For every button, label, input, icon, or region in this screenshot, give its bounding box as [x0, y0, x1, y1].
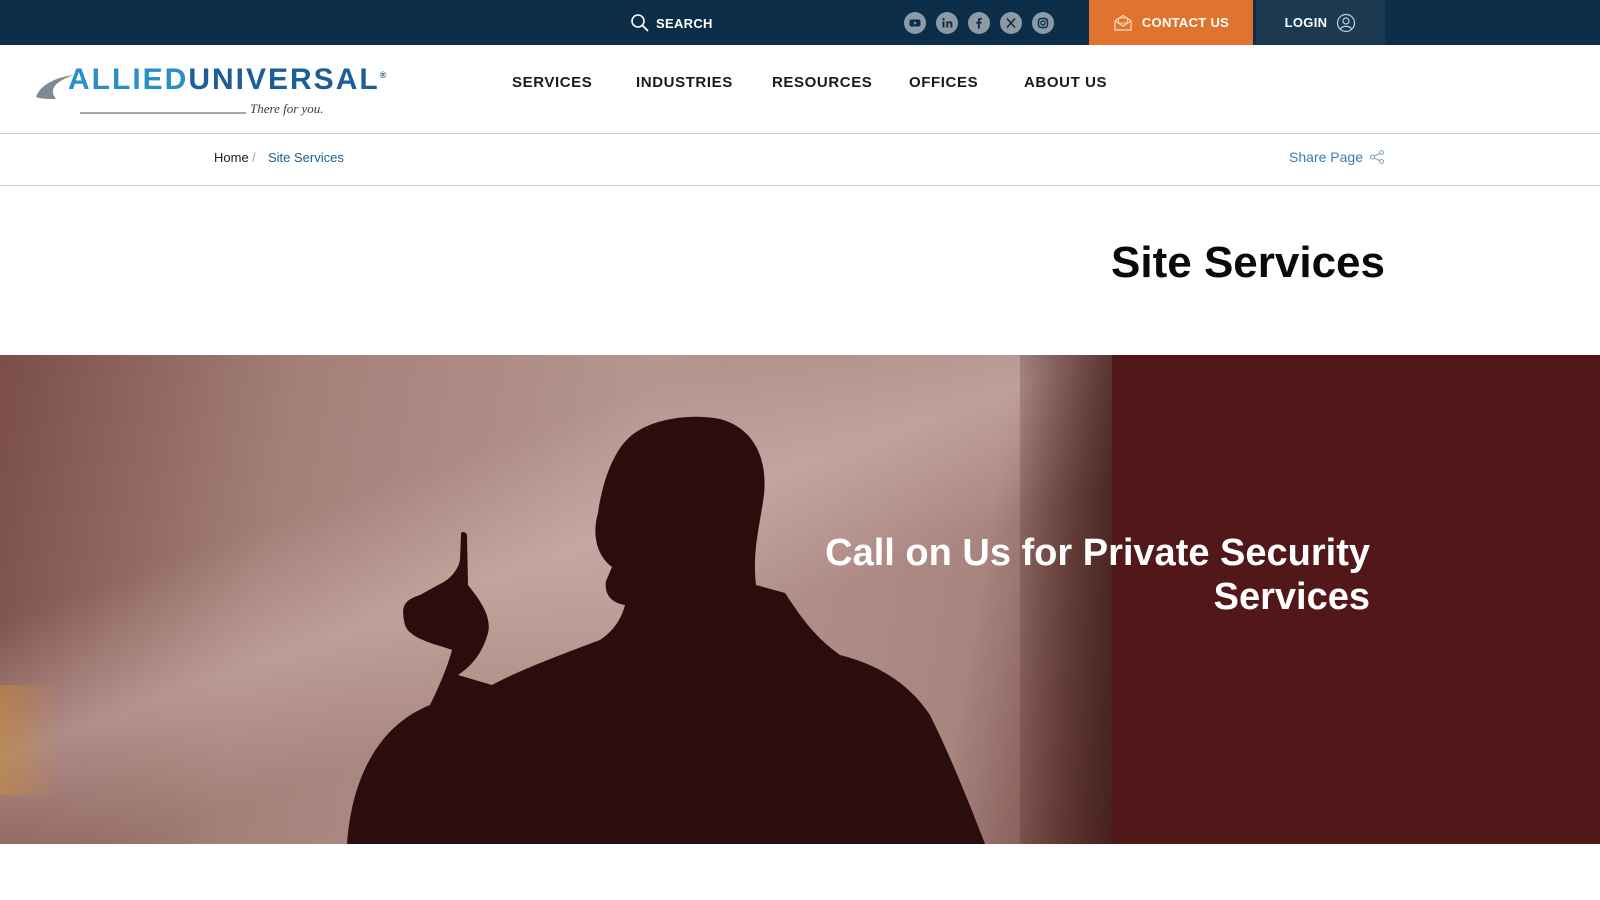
share-page-button[interactable]: Share Page: [1289, 149, 1385, 165]
logo-tagline: There for you.: [250, 101, 324, 116]
nav-about-us[interactable]: ABOUT US: [1024, 74, 1107, 91]
linkedin-icon[interactable]: [936, 12, 958, 34]
nav-offices[interactable]: OFFICES: [909, 74, 978, 91]
contact-us-button[interactable]: CONTACT US: [1089, 0, 1253, 45]
allied-universal-logo[interactable]: ALLIEDUNIVERSAL® There for you.: [34, 63, 386, 123]
logo-registered: ®: [379, 70, 389, 80]
search-button[interactable]: SEARCH: [630, 13, 713, 33]
share-page-label: Share Page: [1289, 149, 1363, 165]
nav-resources[interactable]: RESOURCES: [772, 74, 872, 91]
logo-wordmark: ALLIEDUNIVERSAL®: [68, 63, 388, 97]
instagram-icon[interactable]: [1032, 12, 1054, 34]
page-title: Site Services: [1111, 238, 1385, 287]
youtube-icon[interactable]: [904, 12, 926, 34]
hero-banner: Call on Us for Private Security Services: [0, 355, 1600, 844]
breadcrumb-current: Site Services: [268, 150, 344, 165]
logo-universal: UNIVERSAL: [188, 63, 380, 96]
site-header: ALLIEDUNIVERSAL® There for you. SERVICES…: [0, 45, 1600, 134]
social-links: [904, 12, 1054, 34]
facebook-icon[interactable]: [968, 12, 990, 34]
login-label: LOGIN: [1284, 15, 1328, 30]
share-icon: [1369, 149, 1385, 165]
contact-us-label: CONTACT US: [1141, 15, 1230, 30]
envelope-icon: [1114, 14, 1132, 31]
logo-allied: ALLIED: [68, 63, 189, 96]
user-icon: [1337, 13, 1356, 32]
nav-industries[interactable]: INDUSTRIES: [636, 74, 733, 91]
nav-services[interactable]: SERVICES: [512, 74, 592, 91]
utility-bar: SEARCH CONTACT US LOGIN: [0, 0, 1600, 45]
hero-heading: Call on Us for Private Security Services: [825, 532, 1370, 618]
breadcrumb-separator: /: [252, 150, 256, 165]
login-button[interactable]: LOGIN: [1256, 0, 1385, 45]
breadcrumb: Home / Site Services Share Page: [0, 134, 1600, 186]
breadcrumb-home[interactable]: Home: [214, 150, 249, 165]
search-label: SEARCH: [656, 15, 713, 31]
x-icon[interactable]: [1000, 12, 1022, 34]
search-icon: [631, 14, 649, 32]
